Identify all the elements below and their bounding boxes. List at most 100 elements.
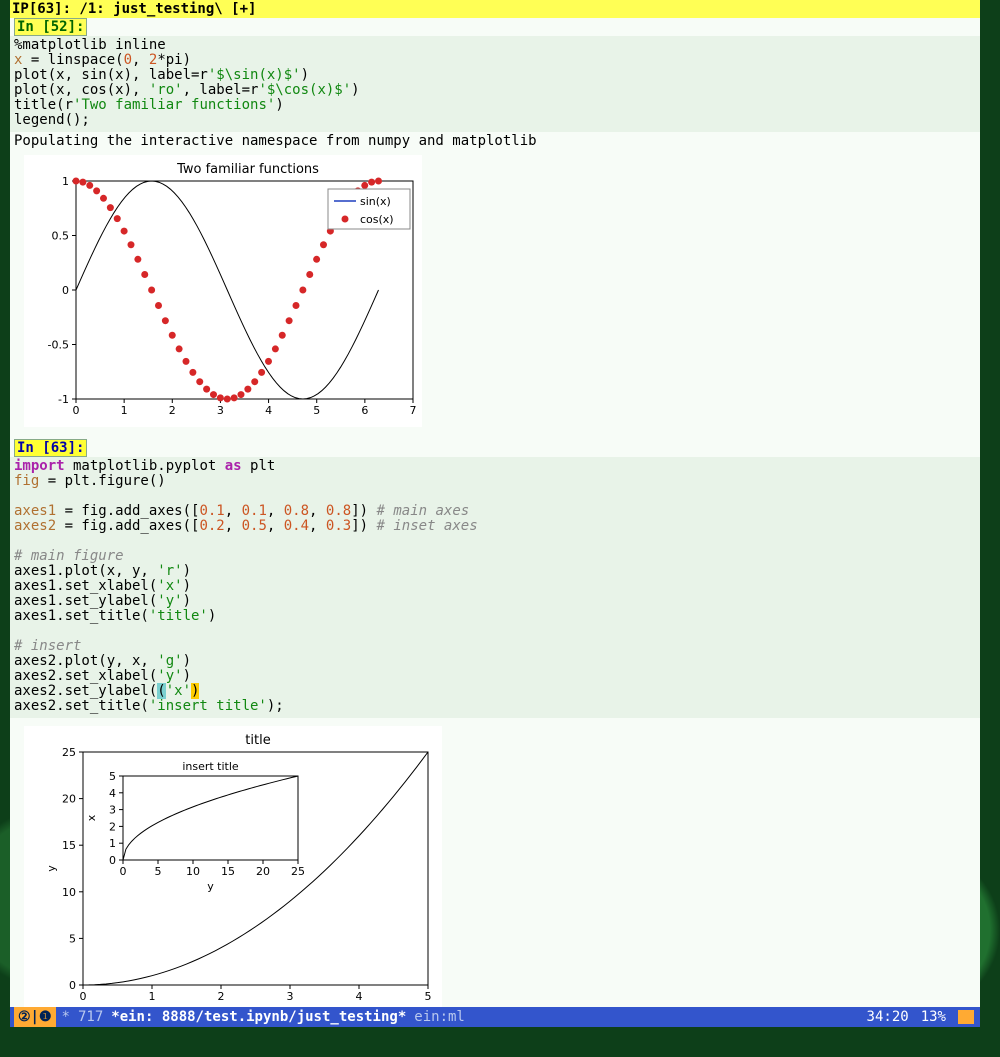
svg-text:0: 0	[73, 404, 80, 417]
tok-str: 'insert title'	[149, 698, 267, 714]
tok-str: 'r'	[157, 563, 182, 579]
tok-call: axes2.set_ylabel(	[14, 683, 157, 699]
tok-name: plt	[242, 458, 276, 474]
tok-name: matplotlib.pyplot	[65, 458, 225, 474]
code-block-52[interactable]: %matplotlib inline x = linspace(0, 2*pi)…	[10, 36, 980, 132]
tok-str: 'title'	[149, 608, 208, 624]
cell-52-stdout: Populating the interactive namespace fro…	[10, 134, 980, 149]
svg-text:3: 3	[287, 990, 294, 1003]
svg-text:x: x	[85, 814, 98, 821]
cursor: )	[191, 683, 199, 699]
tok-num: 0	[124, 52, 132, 68]
svg-text:4: 4	[265, 404, 272, 417]
tok-num: 0.4	[284, 518, 309, 534]
tok-paren: )	[275, 97, 283, 113]
buffer-name[interactable]: *ein: 8888/test.ipynb/just_testing*	[111, 1007, 406, 1027]
scroll-percent: 13%	[921, 1007, 946, 1027]
tok-sep: ,	[225, 503, 242, 519]
svg-text:3: 3	[217, 404, 224, 417]
svg-text:3: 3	[109, 804, 116, 817]
svg-text:1: 1	[109, 837, 116, 850]
tok-call: axes1.set_ylabel(	[14, 593, 157, 609]
chart-title: Two familiar functions	[176, 162, 319, 177]
tok-paren: )	[301, 67, 309, 83]
cell-63: In [63]: import matplotlib.pyplot as plt…	[10, 439, 980, 1007]
tok-sep: , label=r	[183, 82, 259, 98]
chart-title-with-inset: title 0123450510152025xy insert title051…	[24, 726, 442, 1007]
tok-sep: ,	[267, 503, 284, 519]
emacs-editor-window: IP[63]: /1: just_testing\ [+] In [52]: %…	[10, 0, 980, 1027]
tok-sep: ,	[267, 518, 284, 534]
tok-call: axes2.plot(y, x,	[14, 653, 157, 669]
tok-num: 0.2	[199, 518, 224, 534]
tok-paren: )	[183, 578, 191, 594]
notebook-content: In [52]: %matplotlib inline x = linspace…	[10, 18, 980, 1007]
svg-text:5: 5	[425, 990, 432, 1003]
tok-cmt: # main axes	[377, 503, 470, 519]
svg-text:15: 15	[221, 865, 235, 878]
mode-line[interactable]: ②|❶ * 717 *ein: 8888/test.ipynb/just_tes…	[10, 1007, 980, 1027]
svg-text:2: 2	[218, 990, 225, 1003]
svg-text:2: 2	[109, 820, 116, 833]
chart-svg: Two familiar functions 01234567-1-0.500.…	[28, 159, 418, 419]
tok-rest: = plt.figure()	[48, 473, 166, 489]
tok-num: 0.5	[242, 518, 267, 534]
tok-str: '$\cos(x)$'	[258, 82, 351, 98]
cell-prompt-52[interactable]: In [52]:	[14, 18, 87, 36]
svg-text:20: 20	[62, 793, 76, 806]
tok-rest: ])	[351, 518, 376, 534]
svg-text:5: 5	[69, 932, 76, 945]
mark-region: (	[157, 683, 165, 699]
svg-text:25: 25	[291, 865, 305, 878]
tok-sep: ,	[309, 503, 326, 519]
tok-call: axes1.set_title(	[14, 608, 149, 624]
tok-sep: ,	[309, 518, 326, 534]
workspace-indicator[interactable]: ②|❶	[14, 1007, 56, 1027]
tok-sep: ,	[132, 52, 149, 68]
tok-var: fig	[14, 473, 48, 489]
tab-bar[interactable]: IP[63]: /1: just_testing\ [+]	[10, 0, 980, 18]
svg-text:5: 5	[109, 770, 116, 783]
tok-kw: as	[225, 458, 242, 474]
svg-text:20: 20	[256, 865, 270, 878]
svg-text:0: 0	[80, 990, 87, 1003]
tok-call: title(r	[14, 97, 73, 113]
code-block-63[interactable]: import matplotlib.pyplot as plt fig = pl…	[10, 457, 980, 718]
svg-text:1: 1	[62, 175, 69, 188]
tok-num: 0.1	[199, 503, 224, 519]
tok-cmt: # insert	[14, 638, 81, 654]
tok-call: plot(x, cos(x),	[14, 82, 149, 98]
svg-text:0.5: 0.5	[52, 230, 70, 243]
svg-text:-1: -1	[58, 393, 69, 406]
svg-text:0: 0	[109, 854, 116, 867]
modified-star: *	[62, 1007, 70, 1027]
status-chip-icon	[958, 1010, 974, 1024]
tok-str: 'y'	[157, 593, 182, 609]
tok-rest: *pi)	[157, 52, 191, 68]
svg-text:2: 2	[169, 404, 176, 417]
svg-text:4: 4	[356, 990, 363, 1003]
tok-paren: )	[351, 82, 359, 98]
code-line: %matplotlib inline	[14, 37, 166, 53]
svg-text:y: y	[207, 880, 214, 893]
tok-str: 'Two familiar functions'	[73, 97, 275, 113]
svg-text:25: 25	[62, 746, 76, 759]
tok-op: = linspace(	[31, 52, 124, 68]
chart-svg-2: title 0123450510152025xy insert title051…	[28, 730, 438, 1007]
svg-text:10: 10	[186, 865, 200, 878]
tok-rest: = fig.add_axes([	[65, 503, 200, 519]
tok-paren: )	[208, 608, 216, 624]
tok-str: 'g'	[157, 653, 182, 669]
cell-52: In [52]: %matplotlib inline x = linspace…	[10, 18, 980, 433]
tok-num: 0.8	[284, 503, 309, 519]
chart-two-familiar-functions: Two familiar functions 01234567-1-0.500.…	[24, 155, 422, 427]
tok-paren: )	[183, 563, 191, 579]
tok-call: plot(x, sin(x), label=r	[14, 67, 208, 83]
svg-text:7: 7	[410, 404, 417, 417]
svg-text:0: 0	[62, 284, 69, 297]
tok-num: 0.1	[242, 503, 267, 519]
tok-cmt: # main figure	[14, 548, 124, 564]
tok-paren: )	[183, 668, 191, 684]
tok-paren: )	[183, 653, 191, 669]
cell-prompt-63[interactable]: In [63]:	[14, 439, 87, 457]
